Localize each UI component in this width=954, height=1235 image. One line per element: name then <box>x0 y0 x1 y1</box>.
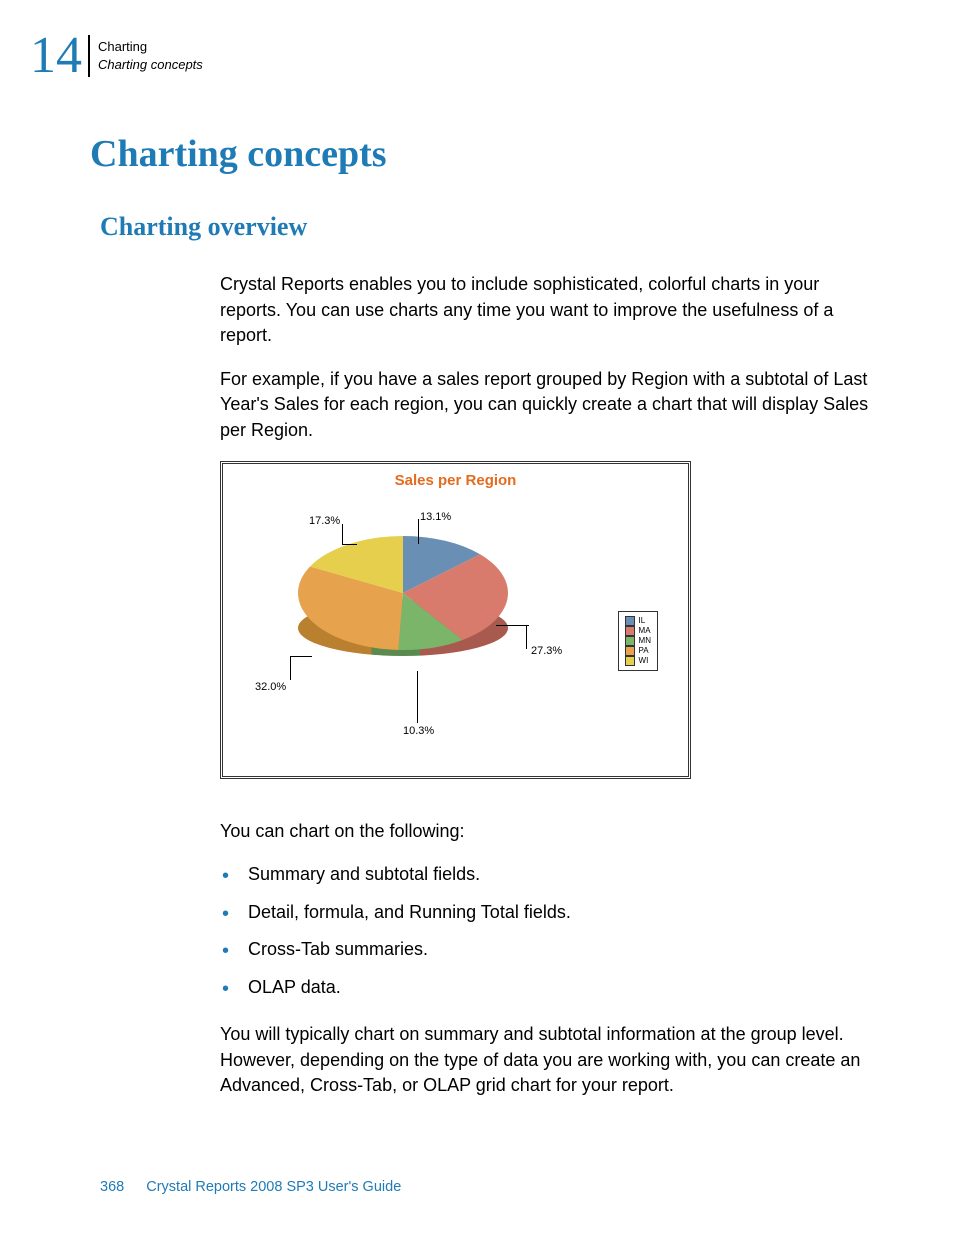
legend-item: MN <box>625 636 651 646</box>
chart-title: Sales per Region <box>223 464 688 495</box>
pie-wrap <box>298 528 508 678</box>
legend-label: MA <box>639 626 651 636</box>
header-subsection: Charting concepts <box>98 56 203 74</box>
leader-line <box>496 625 529 626</box>
legend-swatch <box>625 656 635 666</box>
legend-item: PA <box>625 646 651 656</box>
legend-label: PA <box>639 646 649 656</box>
chart-figure: Sales per Region <box>220 461 691 778</box>
leader-line <box>342 544 357 545</box>
pie-label-pa: 32.0% <box>255 680 286 696</box>
paragraph: Crystal Reports enables you to include s… <box>220 272 884 349</box>
page-number: 368 <box>100 1179 124 1195</box>
legend-label: IL <box>639 616 646 626</box>
bullet-list: Summary and subtotal fields. Detail, for… <box>220 862 884 1000</box>
paragraph: For example, if you have a sales report … <box>220 367 884 444</box>
pie-label-wi: 17.3% <box>309 514 340 530</box>
chart-legend: IL MA MN PA <box>618 611 658 671</box>
leader-line <box>418 519 419 544</box>
leader-line <box>290 656 291 680</box>
page-running-header: 14 Charting Charting concepts <box>30 30 884 82</box>
pie-label-mn: 10.3% <box>403 724 434 740</box>
pie-label-ma: 27.3% <box>531 644 562 660</box>
legend-swatch <box>625 636 635 646</box>
paragraph: You will typically chart on summary and … <box>220 1022 884 1099</box>
page-footer: 368 Crystal Reports 2008 SP3 User's Guid… <box>100 1179 884 1195</box>
legend-item: IL <box>625 616 651 626</box>
list-item: Summary and subtotal fields. <box>220 862 884 888</box>
list-item: Cross-Tab summaries. <box>220 937 884 963</box>
pie-label-il: 13.1% <box>420 510 451 526</box>
legend-swatch <box>625 646 635 656</box>
leader-line <box>417 671 418 723</box>
footer-title: Crystal Reports 2008 SP3 User's Guide <box>146 1179 401 1195</box>
leader-line <box>342 524 343 544</box>
header-divider <box>88 35 90 77</box>
legend-swatch <box>625 616 635 626</box>
section-heading: Charting overview <box>100 212 884 242</box>
leader-line <box>526 625 527 649</box>
leader-line <box>290 656 312 657</box>
legend-label: MN <box>639 636 651 646</box>
list-item: Detail, formula, and Running Total field… <box>220 900 884 926</box>
legend-item: MA <box>625 626 651 636</box>
header-breadcrumb: Charting Charting concepts <box>98 38 203 73</box>
paragraph: You can chart on the following: <box>220 819 884 845</box>
legend-label: WI <box>639 656 649 666</box>
legend-swatch <box>625 626 635 636</box>
chapter-number: 14 <box>30 30 82 82</box>
body-content: Crystal Reports enables you to include s… <box>220 272 884 1099</box>
pie-top <box>298 528 508 658</box>
page-title: Charting concepts <box>90 132 884 176</box>
list-item: OLAP data. <box>220 975 884 1001</box>
legend-item: WI <box>625 656 651 666</box>
header-section: Charting <box>98 38 203 56</box>
pie-chart: 13.1% 27.3% 10.3% 32.0% 17.3% IL <box>223 496 688 776</box>
